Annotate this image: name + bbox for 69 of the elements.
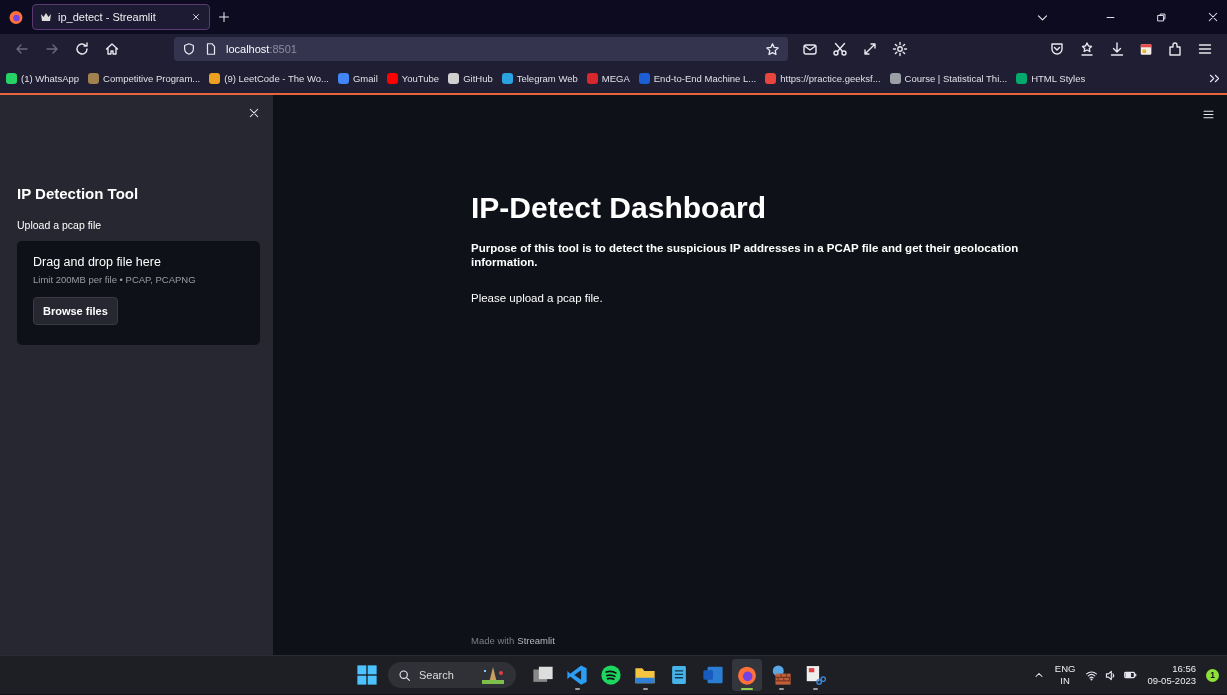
url-host: localhost xyxy=(226,43,270,55)
code-editor-icon xyxy=(566,664,588,686)
footer-text: Made with xyxy=(471,635,515,646)
tower-scene-icon xyxy=(480,666,506,684)
home-icon[interactable] xyxy=(104,41,120,57)
reload-icon[interactable] xyxy=(74,41,90,57)
star-icon[interactable] xyxy=(765,41,781,57)
close-icon[interactable] xyxy=(191,12,201,22)
region-code: IN xyxy=(1060,675,1070,687)
bookmark-link[interactable]: Gmail xyxy=(337,73,378,84)
document-app-icon xyxy=(702,664,724,686)
browse-files-button[interactable]: Browse files xyxy=(33,297,118,325)
bookmark-link[interactable]: HTML Styles xyxy=(1016,73,1086,84)
restore-icon[interactable] xyxy=(1156,11,1167,23)
download-icon[interactable] xyxy=(1108,41,1125,57)
bookmark-link[interactable]: (9) LeetCode - The Wo... xyxy=(209,73,329,84)
browser-tab[interactable]: ip_detect - Streamlit xyxy=(32,4,210,30)
badge-star-icon[interactable] xyxy=(1078,41,1095,57)
bookmark-link[interactable]: (1) WhatsApp xyxy=(6,73,80,84)
bookmark-link[interactable]: https://practice.geeksf... xyxy=(765,73,881,84)
menu-icon[interactable] xyxy=(1202,108,1215,121)
scissors-icon[interactable] xyxy=(832,41,849,57)
bookmark-link[interactable]: Telegram Web xyxy=(501,73,578,84)
fox-globe-icon xyxy=(736,664,758,686)
search-icon xyxy=(398,668,411,682)
bookmark-link[interactable]: MEGA xyxy=(586,73,630,84)
url-port: :8501 xyxy=(269,43,297,55)
page-icon xyxy=(204,42,218,56)
new-tab-plus-icon[interactable] xyxy=(218,11,230,23)
bookmark-link[interactable]: Course | Statistical Thi... xyxy=(889,73,1008,84)
double-chevron-icon[interactable] xyxy=(1208,72,1221,85)
envelope-icon[interactable] xyxy=(802,41,819,57)
search-placeholder: Search xyxy=(419,669,454,681)
address-bar[interactable]: localhost:8501 xyxy=(174,37,789,61)
windows-logo-icon xyxy=(356,664,378,686)
bookmark-link[interactable]: GitHub xyxy=(448,73,493,84)
bookmark-link[interactable]: End-to-End Machine L... xyxy=(638,73,757,84)
fox-logo-icon[interactable] xyxy=(8,9,24,25)
close-icon[interactable] xyxy=(248,107,260,119)
description-text: Purpose of this tool is to detect the suspicious IP addresses in a PCAP file and get their geolocation information. xyxy=(471,241,1020,270)
menu-icon[interactable] xyxy=(1196,41,1213,57)
taskbar-app-button[interactable] xyxy=(732,659,762,691)
search-field[interactable]: Search xyxy=(388,662,516,688)
close-icon[interactable] xyxy=(1207,11,1219,23)
sidebar-title: IP Detection Tool xyxy=(17,185,140,202)
bookmark-link[interactable]: Competitive Program... xyxy=(88,73,201,84)
expand-arrows-icon[interactable] xyxy=(862,41,879,57)
brick-wall-globe-icon xyxy=(770,664,792,686)
scissors-screen-icon xyxy=(804,664,826,686)
drop-instruction: Drag and drop file here xyxy=(33,255,162,269)
pocket-icon[interactable] xyxy=(1048,41,1065,57)
language-code: ENG xyxy=(1054,663,1076,675)
footer-link[interactable]: Streamlit xyxy=(517,635,555,646)
page-title: IP-Detect Dashboard xyxy=(471,191,768,225)
uploader-label: Upload a pcap file xyxy=(17,219,103,231)
notification-badge[interactable]: 1 xyxy=(1206,668,1219,682)
clock-time: 16:56 xyxy=(1172,662,1196,675)
file-drop-zone[interactable]: Drag and drop file here Limit 200MB per file • PCAP, PCAPNG Browse files xyxy=(17,241,260,345)
clock-date: 09-05-2023 xyxy=(1147,675,1196,688)
status-message: Please upload a pcap file. xyxy=(471,291,604,304)
language-indicator[interactable]: ENG IN xyxy=(1054,663,1076,687)
settings-icon[interactable] xyxy=(892,41,909,57)
music-circle-icon xyxy=(600,664,622,686)
clock[interactable]: 16:56 09-05-2023 xyxy=(1147,662,1196,688)
shield-icon xyxy=(182,42,196,56)
crown-icon xyxy=(41,13,51,21)
file-limit-text: Limit 200MB per file • PCAP, PCAPNG xyxy=(33,274,197,285)
bookmark-link[interactable]: YouTube xyxy=(386,73,440,84)
wifi-icon[interactable] xyxy=(1085,668,1099,682)
